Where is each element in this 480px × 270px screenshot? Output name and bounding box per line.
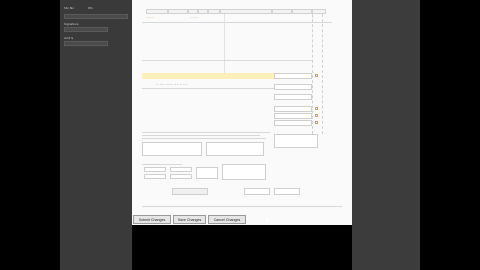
- text-line: [142, 132, 270, 133]
- total-field[interactable]: [274, 113, 312, 119]
- detail-field[interactable]: [144, 167, 166, 172]
- date-box[interactable]: [206, 142, 264, 156]
- checkbox-mark[interactable]: [315, 114, 318, 117]
- initials-box[interactable]: [274, 134, 318, 148]
- header-cell: [168, 9, 188, 14]
- side-field[interactable]: [64, 41, 108, 46]
- total-field[interactable]: [274, 120, 312, 126]
- text-line: [142, 138, 266, 139]
- checkbox-mark[interactable]: [315, 121, 318, 124]
- save-changes-button[interactable]: Save Changes: [173, 215, 206, 224]
- cancel-changes-button[interactable]: Cancel Changes: [208, 215, 246, 224]
- side-panel: Sto No W1 Signature Amt $: [60, 0, 132, 270]
- header-cell: [208, 9, 220, 14]
- detail-field[interactable]: [144, 174, 166, 179]
- side-row-label: Signature: [64, 22, 79, 26]
- detail-area[interactable]: [222, 164, 266, 180]
- side-row-label: Sto No: [64, 6, 74, 10]
- total-field[interactable]: [274, 73, 312, 79]
- column-guide: [224, 14, 225, 76]
- column-guide: [322, 14, 323, 134]
- side-field[interactable]: [64, 14, 128, 19]
- header-cell: [312, 9, 326, 14]
- column-guide: [312, 14, 313, 134]
- side-row-value: W1: [88, 6, 93, 10]
- form-sheet: ~~~~ ~~~~ ~ ~ ~~ ~~~ ~~ ~~~: [132, 0, 352, 225]
- detail-field[interactable]: [170, 167, 192, 172]
- checkbox-mark[interactable]: [315, 107, 318, 110]
- section-divider: [142, 164, 182, 165]
- detail-field[interactable]: [170, 174, 192, 179]
- header-cell: [220, 9, 272, 14]
- footer-divider: [142, 206, 342, 207]
- signature-box[interactable]: [142, 142, 202, 156]
- total-field[interactable]: [274, 106, 312, 112]
- handwritten-note: ~ ~~ ~~~ ~~ ~~~: [156, 82, 188, 86]
- header-cell: [146, 9, 168, 14]
- checkbox-mark[interactable]: [315, 74, 318, 77]
- select-field[interactable]: [244, 188, 270, 195]
- text-line: [142, 135, 260, 136]
- total-field[interactable]: [274, 84, 312, 90]
- header-cell: [292, 9, 312, 14]
- header-cell: [188, 9, 198, 14]
- header-cell: [272, 9, 292, 14]
- total-field[interactable]: [274, 94, 312, 100]
- notes-divider: [142, 60, 312, 61]
- side-row-label: Amt $: [64, 36, 74, 40]
- row-mark: ~~~~: [146, 16, 155, 19]
- select-field[interactable]: [274, 188, 300, 195]
- side-field[interactable]: [64, 27, 108, 32]
- submit-changes-button[interactable]: Submit Changes: [133, 215, 171, 224]
- right-panel: [352, 0, 420, 270]
- detail-field[interactable]: [196, 167, 218, 179]
- header-cell: [198, 9, 208, 14]
- row-divider: [142, 22, 332, 23]
- row-mark: ~~~~: [190, 16, 199, 19]
- sheet-action-button[interactable]: [172, 188, 208, 195]
